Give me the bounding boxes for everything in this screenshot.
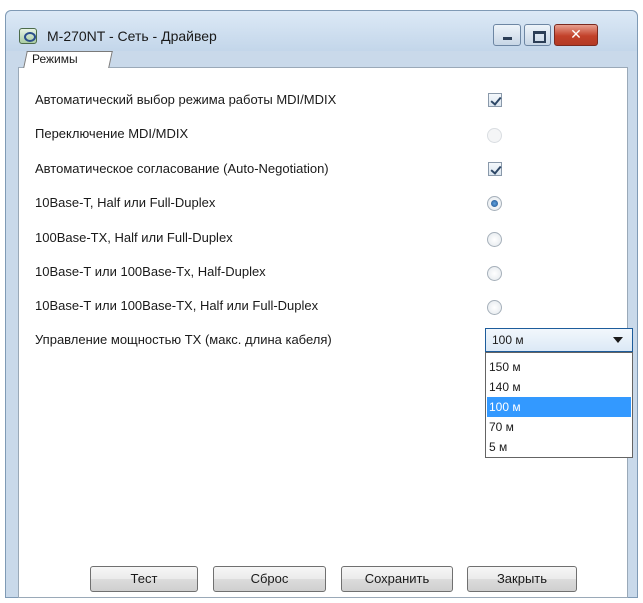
mode-half-or-full-radio[interactable]: [487, 300, 502, 315]
dropdown-option[interactable]: 5 м: [487, 437, 631, 457]
network-app-icon: [19, 28, 37, 44]
mode-half-duplex-label: 10Base-T или 100Base-Tx, Half-Duplex: [35, 264, 266, 279]
title-bar[interactable]: M-270NT - Сеть - Драйвер: [6, 11, 637, 51]
maximize-button[interactable]: [524, 24, 551, 46]
mode-10base-t-radio[interactable]: [487, 196, 502, 211]
dropdown-option-selected[interactable]: 100 м: [487, 397, 631, 417]
dropdown-option[interactable]: 150 м: [487, 357, 631, 377]
mode-100base-tx-radio[interactable]: [487, 232, 502, 247]
mode-half-or-full-label: 10Base-T или 100Base-TX, Half или Full-D…: [35, 298, 319, 313]
tab-modes-label: Режимы: [32, 52, 78, 66]
close-window-button[interactable]: [554, 24, 598, 46]
tx-power-dropdown: 150 м 140 м 100 м 70 м 5 м: [485, 352, 633, 458]
tx-power-label: Управление мощностью TX (макс. длина каб…: [35, 332, 332, 347]
mode-100base-tx-label: 100Base-TX, Half или Full-Duplex: [35, 230, 233, 245]
tx-power-select[interactable]: 100 м: [485, 328, 633, 352]
auto-mdix-checkbox[interactable]: [488, 93, 502, 107]
window-title: M-270NT - Сеть - Драйвер: [47, 28, 217, 44]
auto-negotiation-checkbox[interactable]: [488, 162, 502, 176]
reset-button[interactable]: Сброс: [213, 566, 326, 592]
mdix-switch-label: Переключение MDI/MDIX: [35, 126, 189, 141]
mode-half-duplex-radio[interactable]: [487, 266, 502, 281]
minimize-button[interactable]: [493, 24, 521, 46]
auto-negotiation-label: Автоматическое согласование (Auto-Negoti…: [35, 161, 329, 176]
auto-mdix-label: Автоматический выбор режима работы MDI/M…: [35, 92, 337, 107]
test-button[interactable]: Тест: [90, 566, 198, 592]
close-button[interactable]: Закрыть: [467, 566, 577, 592]
mdix-switch-radio: [487, 128, 502, 143]
dropdown-option[interactable]: 70 м: [487, 417, 631, 437]
dropdown-option[interactable]: 140 м: [487, 377, 631, 397]
mode-10base-t-label: 10Base-T, Half или Full-Duplex: [35, 195, 216, 210]
chevron-down-icon[interactable]: [613, 337, 623, 343]
tx-power-value: 100 м: [492, 333, 524, 347]
save-button[interactable]: Сохранить: [341, 566, 453, 592]
